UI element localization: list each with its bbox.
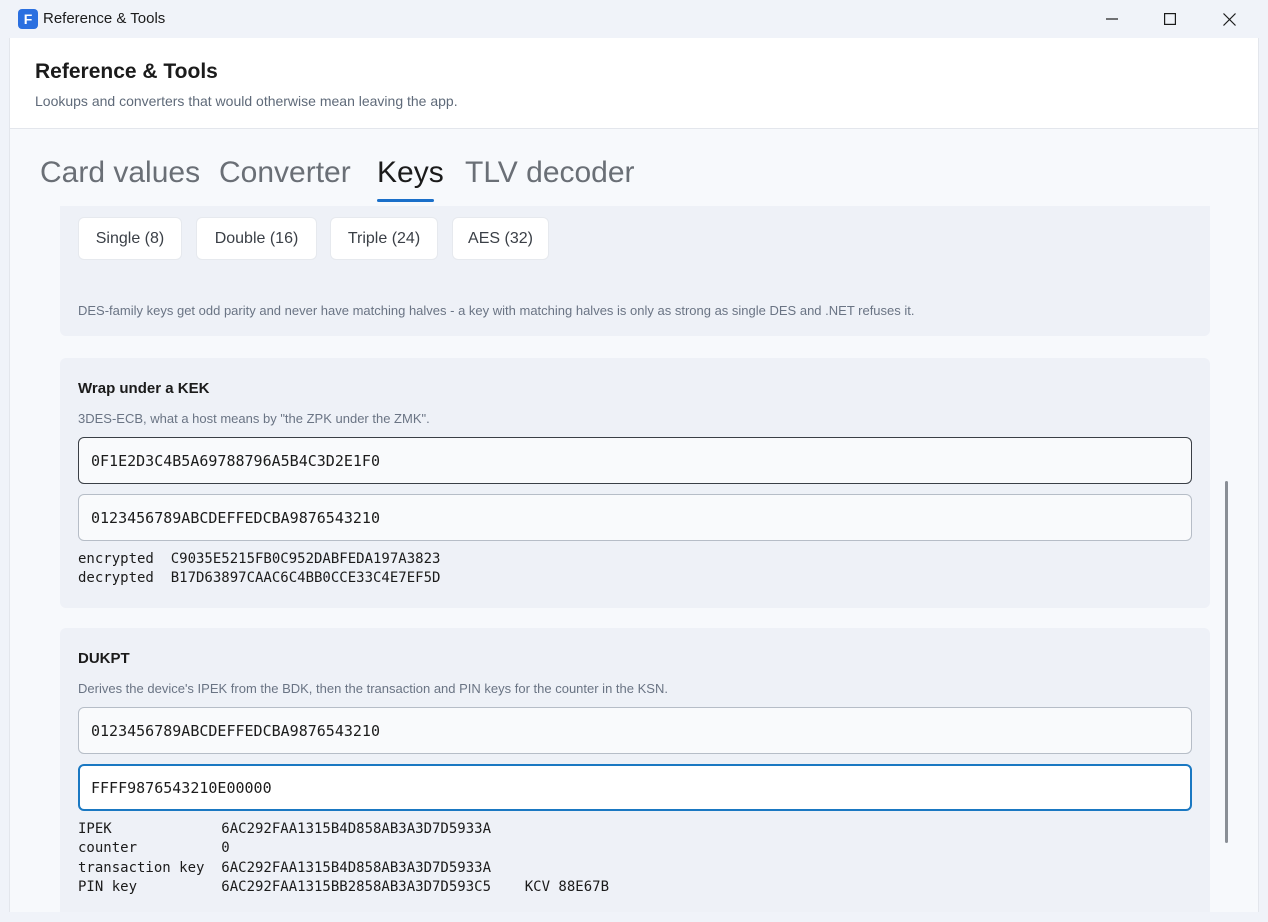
decrypted-result: decrypted B17D63897CAAC6C4BB0CCE33C4E7EF… <box>78 570 441 586</box>
key-length-note: DES-family keys get odd parity and never… <box>78 303 915 318</box>
key-length-double-button[interactable]: Double (16) <box>196 217 317 260</box>
window-title: Reference & Tools <box>43 10 166 27</box>
key-length-aes-button[interactable]: AES (32) <box>452 217 549 260</box>
close-icon <box>1222 12 1236 26</box>
ipek-result: IPEK 6AC292FAA1315B4D858AB3A3D7D5933A <box>78 821 492 837</box>
encrypted-result: encrypted C9035E5215FB0C952DABFEDA197A38… <box>78 551 441 567</box>
tab-tlv-decoder[interactable]: TLV decoder <box>465 156 635 190</box>
dukpt-description: Derives the device's IPEK from the BDK, … <box>78 681 668 696</box>
keys-content: Single (8) Double (16) Triple (24) AES (… <box>60 206 1210 912</box>
dukpt-card: DUKPT Derives the device's IPEK from the… <box>60 628 1210 912</box>
wrap-kek-card: Wrap under a KEK 3DES-ECB, what a host m… <box>60 358 1210 608</box>
tab-keys[interactable]: Keys <box>377 156 444 190</box>
title-bar: F Reference & Tools <box>0 0 1268 38</box>
minimize-icon <box>1106 18 1118 20</box>
tab-card-values[interactable]: Card values <box>40 156 200 190</box>
maximize-button[interactable] <box>1141 0 1199 38</box>
app-window: Reference & Tools Lookups and converters… <box>9 38 1259 912</box>
maximize-icon <box>1164 13 1176 25</box>
key-length-card: Single (8) Double (16) Triple (24) AES (… <box>60 206 1210 336</box>
counter-result: counter 0 <box>78 840 230 856</box>
tab-converter[interactable]: Converter <box>219 156 351 190</box>
page-title: Reference & Tools <box>35 60 218 83</box>
wrap-kek-title: Wrap under a KEK <box>78 380 210 397</box>
kek-input[interactable]: 0F1E2D3C4B5A69788796A5B4C3D2E1F0 <box>78 437 1192 484</box>
app-logo-icon: F <box>18 9 38 29</box>
minimize-button[interactable] <box>1083 0 1141 38</box>
page-header: Reference & Tools Lookups and converters… <box>10 38 1258 129</box>
key-length-triple-button[interactable]: Triple (24) <box>330 217 438 260</box>
active-tab-indicator <box>377 199 434 202</box>
content-scrollbar[interactable] <box>1225 481 1228 843</box>
wrap-kek-description: 3DES-ECB, what a host means by "the ZPK … <box>78 411 430 426</box>
close-button[interactable] <box>1200 0 1258 38</box>
dukpt-title: DUKPT <box>78 650 130 667</box>
page-subtitle: Lookups and converters that would otherw… <box>35 93 458 109</box>
bdk-input[interactable]: 0123456789ABCDEFFEDCBA9876543210 <box>78 707 1192 754</box>
pin-key-result: PIN key 6AC292FAA1315BB2858AB3A3D7D593C5… <box>78 879 610 895</box>
ksn-input[interactable]: FFFF9876543210E00000 <box>78 764 1192 811</box>
key-length-single-button[interactable]: Single (8) <box>78 217 182 260</box>
transaction-key-result: transaction key 6AC292FAA1315B4D858AB3A3… <box>78 860 492 876</box>
wrap-key-input[interactable]: 0123456789ABCDEFFEDCBA9876543210 <box>78 494 1192 541</box>
